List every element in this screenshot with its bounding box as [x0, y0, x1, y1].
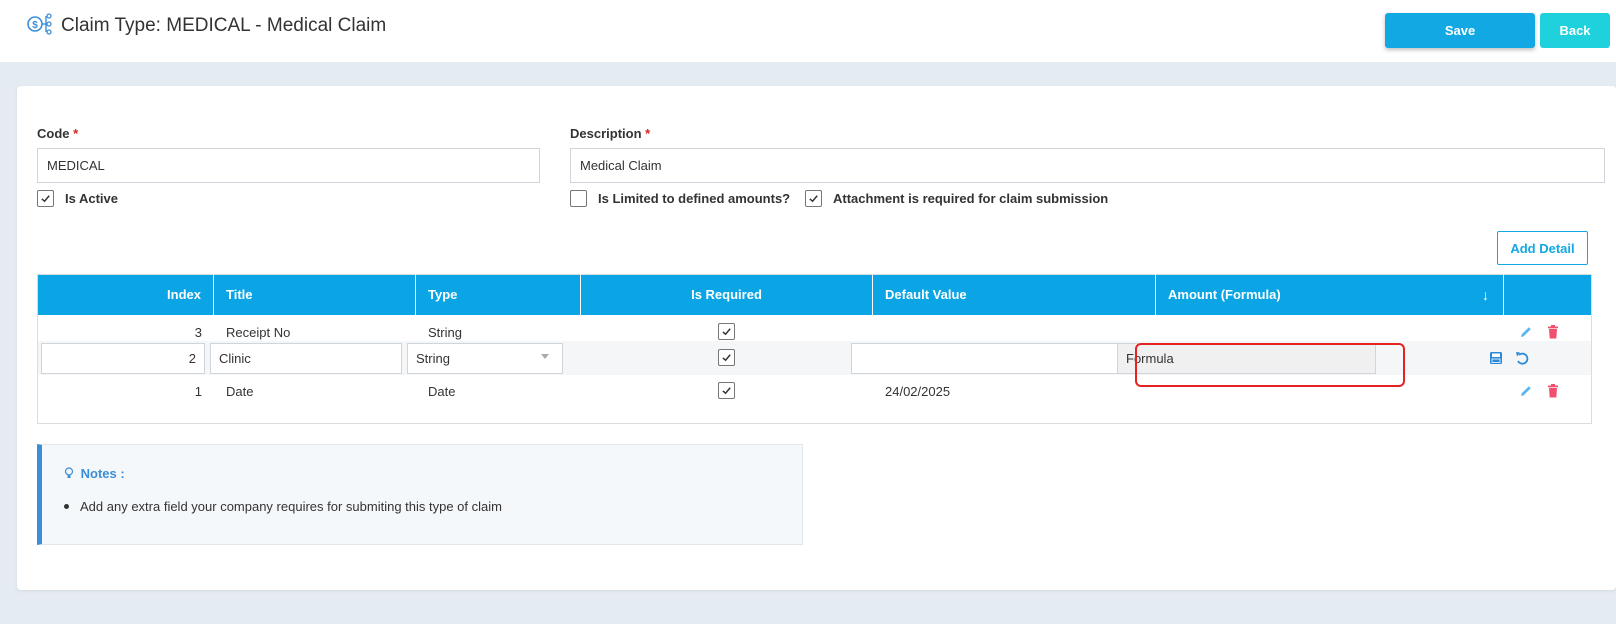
- notes-item: Add any extra field your company require…: [64, 499, 502, 514]
- check-icon: [809, 195, 818, 203]
- column-header-actions: [1504, 275, 1591, 315]
- description-input[interactable]: Medical Claim: [570, 148, 1605, 183]
- notes-panel: Notes : Add any extra field your company…: [37, 444, 803, 545]
- code-label: Code *: [37, 126, 78, 141]
- top-bar: $ Claim Type: MEDICAL - Medical Claim Sa…: [0, 0, 1616, 62]
- edit-icon[interactable]: [1518, 324, 1534, 340]
- is-active-checkbox[interactable]: [37, 190, 54, 207]
- code-input[interactable]: MEDICAL: [37, 148, 540, 183]
- check-icon: [41, 195, 50, 203]
- attachment-required-checkbox[interactable]: [805, 190, 822, 207]
- is-required-checkbox[interactable]: [718, 349, 735, 366]
- back-button[interactable]: Back: [1540, 13, 1610, 48]
- cell-default-value: 24/02/2025: [885, 384, 951, 399]
- cell-type: Date: [428, 384, 456, 399]
- index-input[interactable]: 2: [41, 343, 205, 374]
- description-label-text: Description: [570, 126, 642, 141]
- is-limited-checkbox[interactable]: [570, 190, 587, 207]
- type-select-value: String: [416, 351, 450, 366]
- is-limited-label: Is Limited to defined amounts?: [598, 191, 791, 206]
- delete-icon[interactable]: [1545, 383, 1561, 399]
- amount-formula-header-text: Amount (Formula): [1168, 287, 1281, 302]
- required-mark: *: [645, 126, 651, 141]
- formula-highlight-box: [1135, 343, 1405, 387]
- save-row-icon[interactable]: [1488, 350, 1504, 366]
- column-header-index[interactable]: Index: [38, 275, 214, 315]
- save-button[interactable]: Save: [1385, 13, 1535, 48]
- is-required-checkbox[interactable]: [718, 323, 735, 340]
- add-detail-button[interactable]: Add Detail: [1497, 231, 1588, 265]
- check-icon: [722, 354, 731, 362]
- column-header-title[interactable]: Title: [214, 275, 416, 315]
- notes-title: Notes :: [64, 466, 125, 481]
- svg-text:$: $: [32, 20, 38, 31]
- default-value-input[interactable]: [851, 343, 1132, 374]
- edit-icon[interactable]: [1518, 383, 1534, 399]
- delete-icon[interactable]: [1545, 324, 1561, 340]
- claim-type-icon: $: [27, 13, 52, 35]
- chevron-down-icon[interactable]: [541, 354, 549, 360]
- check-icon: [722, 387, 731, 395]
- cell-index: 1: [194, 384, 202, 399]
- cell-title: Date: [226, 384, 254, 399]
- undo-icon[interactable]: [1514, 350, 1530, 366]
- is-active-label: Is Active: [65, 191, 118, 206]
- description-label: Description *: [570, 126, 650, 141]
- is-required-checkbox[interactable]: [718, 382, 735, 399]
- lightbulb-icon: [64, 467, 74, 478]
- grid-header: Index Title Type Is Required Default Val…: [38, 275, 1591, 315]
- notes-title-text: Notes :: [80, 466, 125, 481]
- type-select[interactable]: String: [407, 343, 563, 374]
- required-mark: *: [73, 126, 79, 141]
- column-header-default-value[interactable]: Default Value: [873, 275, 1156, 315]
- page-title: Claim Type: MEDICAL - Medical Claim: [61, 15, 387, 36]
- column-header-is-required[interactable]: Is Required: [581, 275, 873, 315]
- check-icon: [722, 328, 731, 336]
- sort-descending-icon[interactable]: ↓: [1482, 275, 1489, 315]
- column-header-type[interactable]: Type: [416, 275, 581, 315]
- title-input[interactable]: Clinic: [210, 343, 402, 374]
- attachment-required-label: Attachment is required for claim submiss…: [833, 191, 1109, 206]
- column-header-amount-formula[interactable]: Amount (Formula) ↓: [1156, 275, 1504, 315]
- code-label-text: Code: [37, 126, 70, 141]
